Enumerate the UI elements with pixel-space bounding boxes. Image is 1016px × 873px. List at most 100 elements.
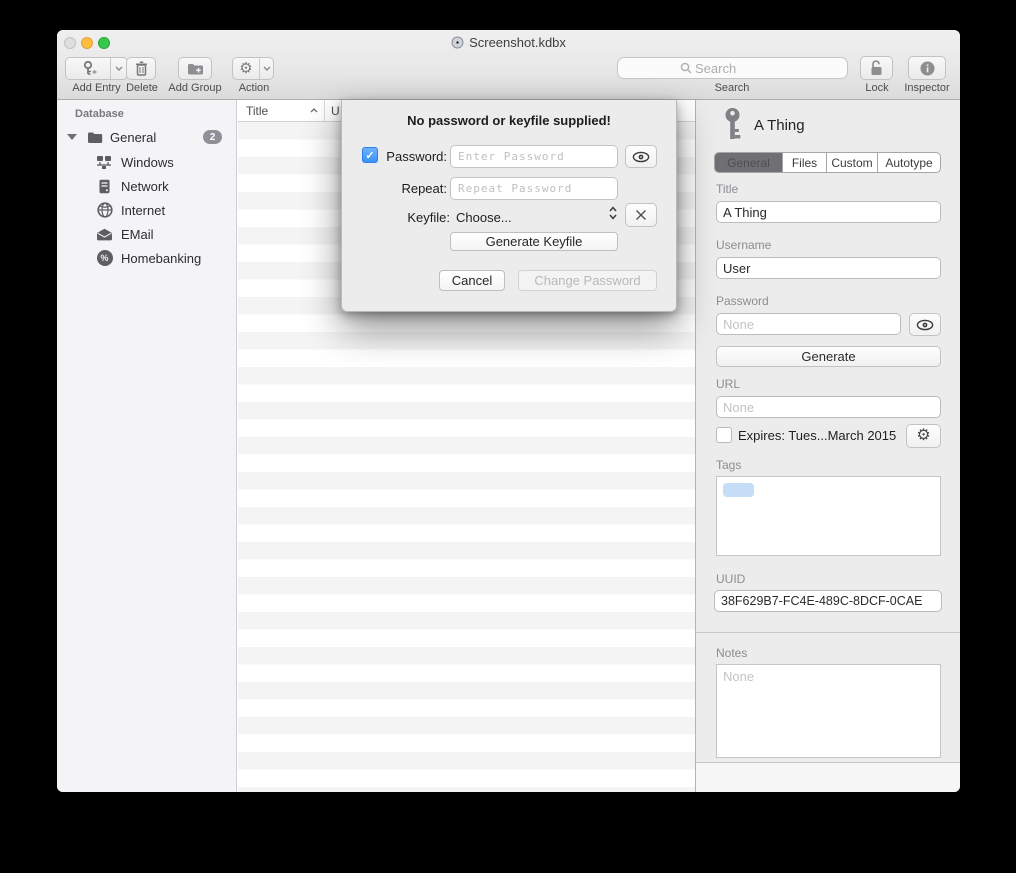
sidebar-item-label: EMail [121,227,154,242]
dialog-message: No password or keyfile supplied! [342,113,676,128]
sidebar-item-email[interactable]: EMail [57,222,236,246]
tab-general[interactable]: General [715,153,783,172]
keyfile-popup[interactable]: Choose... [456,210,512,225]
screen: Screenshot.kdbx [0,0,1016,873]
folder-icon [86,129,103,146]
eye-icon [632,151,650,163]
tag-pill[interactable] [723,483,754,497]
percent-icon: % [96,250,113,267]
column-header-title[interactable]: Title [238,100,325,121]
notes-label: Notes [716,646,747,660]
notes-textarea[interactable] [716,664,941,758]
uuid-field [714,590,942,612]
delete-label: Delete [124,82,160,94]
keyfile-label: Keyfile: [382,210,450,225]
disclosure-triangle-icon[interactable] [67,134,77,140]
tab-files[interactable]: Files [783,153,827,172]
globe-icon [96,202,113,219]
password-input[interactable] [716,313,901,335]
tags-label: Tags [716,458,741,472]
document-icon [451,36,464,49]
group-sidebar: Database General 2 [57,100,237,792]
url-input[interactable] [716,396,941,418]
generate-password-button[interactable]: Generate [716,346,941,367]
add-group-button[interactable] [178,57,212,80]
sidebar-item-windows[interactable]: Windows [57,150,236,174]
uuid-label: UUID [716,572,745,586]
sidebar-item-general[interactable]: General 2 [57,125,236,149]
eye-icon [916,319,934,331]
delete-button[interactable] [126,57,156,80]
change-password-button[interactable]: Change Password [518,270,657,291]
key-icon [722,107,743,142]
password-checkbox[interactable]: ✓ [362,147,378,163]
expires-label: Expires: Tues...March 2015 [738,428,896,443]
sidebar-item-network[interactable]: Network [57,174,236,198]
tab-custom[interactable]: Custom [827,153,878,172]
trash-icon [135,61,148,76]
reveal-password-button[interactable] [909,313,941,336]
add-entry-button[interactable] [65,57,128,80]
repeat-label: Repeat: [379,181,447,196]
stepper-icon[interactable] [608,204,618,222]
inspector-tabs: General Files Custom Autotype [714,152,941,173]
clear-keyfile-button[interactable] [625,203,657,227]
tab-autotype[interactable]: Autotype [878,153,940,172]
search-label: Search [697,82,767,94]
app-window: Screenshot.kdbx [57,30,960,792]
sidebar-item-label: Homebanking [121,251,201,266]
lock-button[interactable] [860,56,893,80]
sidebar-item-label: Network [121,179,169,194]
server-icon [96,178,113,195]
windows-network-icon [96,154,113,171]
inspector-button[interactable] [908,56,946,80]
sidebar-item-label: Windows [121,155,174,170]
add-entry-dropdown[interactable] [110,58,127,79]
search-input[interactable] [695,61,785,76]
inspector-footer [696,762,960,792]
action-label: Action [234,82,274,94]
enter-password-input[interactable] [450,145,618,168]
unlock-icon [870,60,883,76]
sort-ascending-icon [310,108,318,113]
sidebar-header: Database [75,108,124,120]
inspector-label: Inspector [897,82,957,94]
envelope-icon [96,226,113,243]
username-input[interactable] [716,257,941,279]
sidebar-item-internet[interactable]: Internet [57,198,236,222]
titlebar-toolbar: Screenshot.kdbx [57,30,960,100]
window-title: Screenshot.kdbx [57,35,960,50]
add-group-label: Add Group [160,82,230,94]
username-label: Username [716,238,771,252]
search-icon [680,62,692,74]
change-password-dialog: No password or keyfile supplied! ✓ Passw… [341,100,677,312]
info-icon [920,61,935,76]
action-button[interactable]: ⚙ [232,57,274,80]
title-label: Title [716,182,738,196]
password-label: Password: [379,149,447,164]
gear-icon: ⚙ [916,428,930,444]
chevron-down-icon [263,66,271,71]
expires-checkbox[interactable] [716,427,732,443]
sidebar-item-homebanking[interactable]: % Homebanking [57,246,236,270]
close-x-icon [635,209,647,221]
repeat-password-input[interactable] [450,177,618,200]
gear-icon: ⚙ [239,61,252,76]
sidebar-item-label: General [110,130,156,145]
inspector-panel: A Thing General Files Custom Autotype Ti… [695,100,960,792]
title-input[interactable] [716,201,941,223]
key-plus-icon[interactable] [66,58,110,79]
password-label: Password [716,294,769,308]
sidebar-item-label: Internet [121,203,165,218]
reveal-password-button[interactable] [625,145,657,168]
url-label: URL [716,377,740,391]
search-field[interactable] [617,57,848,79]
tags-box[interactable] [716,476,941,556]
entry-title: A Thing [754,117,805,134]
divider [696,632,960,633]
generate-keyfile-button[interactable]: Generate Keyfile [450,232,618,251]
expires-settings-button[interactable]: ⚙ [906,424,941,448]
entry-count-badge: 2 [203,130,222,144]
cancel-button[interactable]: Cancel [439,270,505,291]
lock-label: Lock [857,82,897,94]
